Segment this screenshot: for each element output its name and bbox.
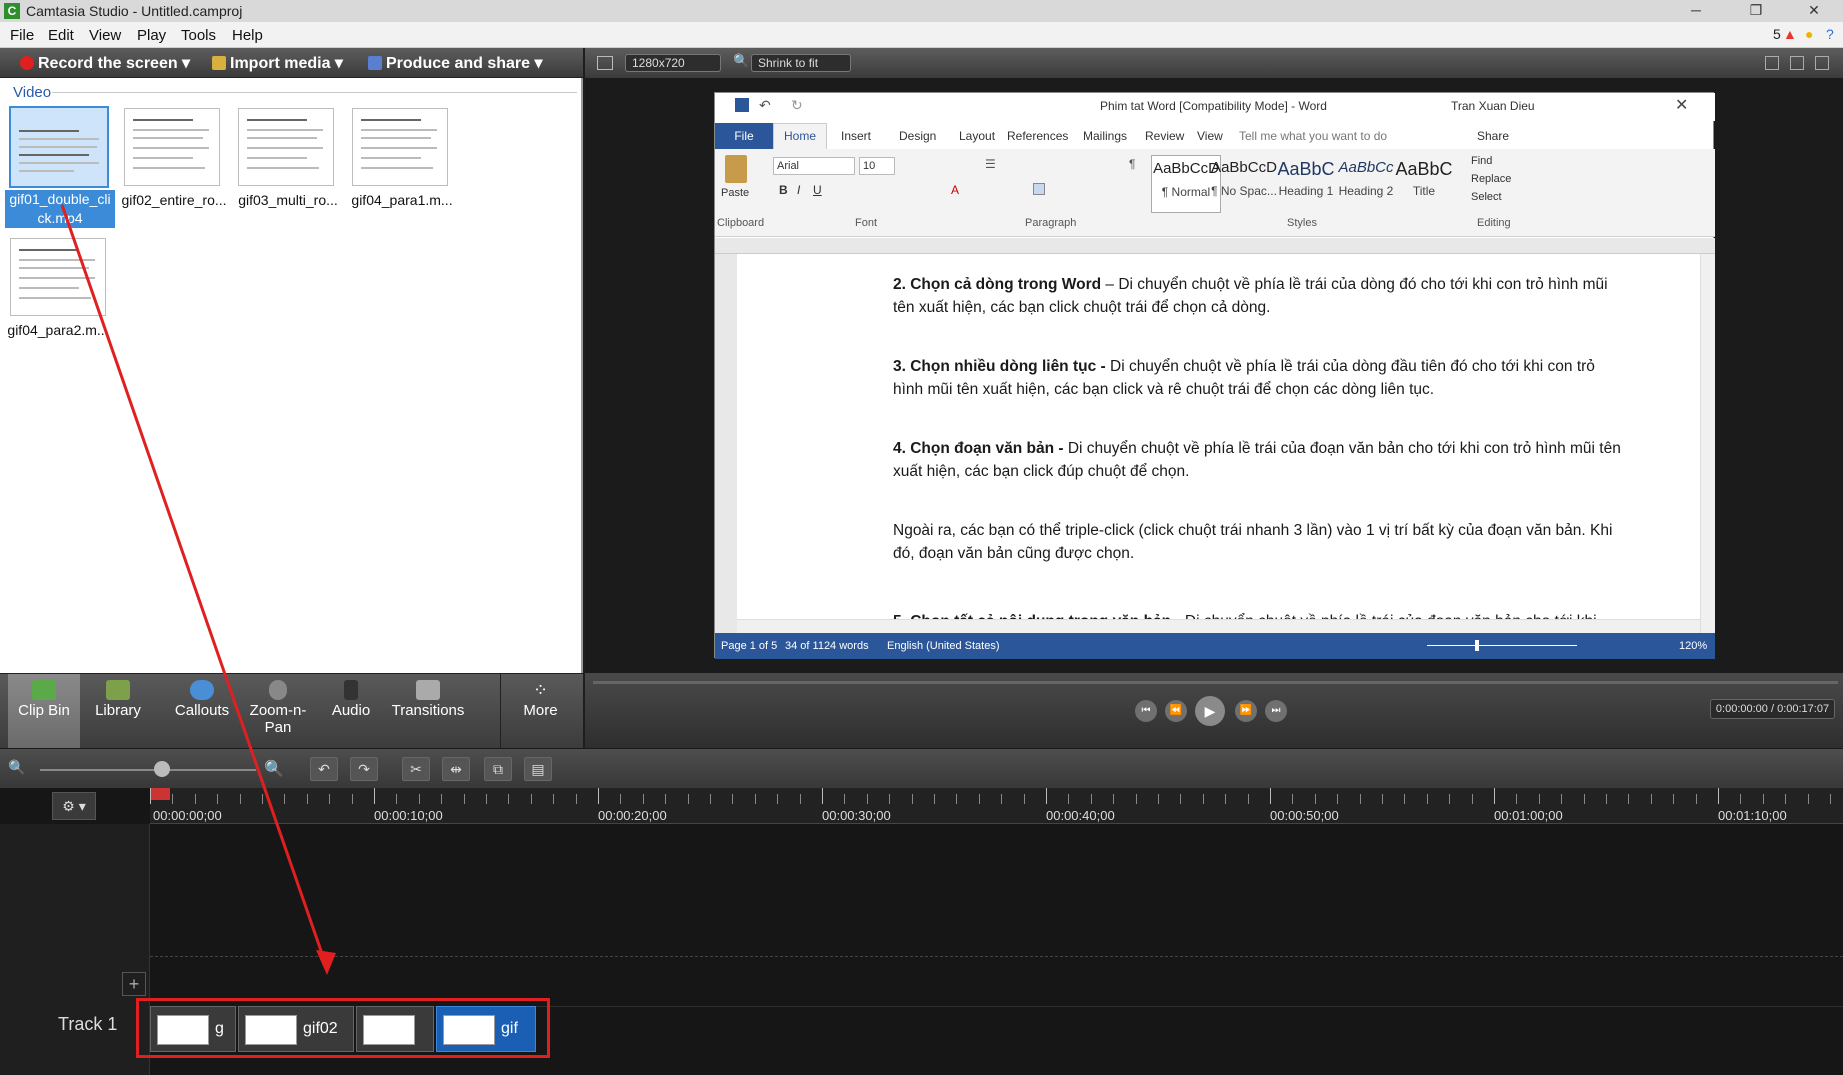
drag-arrow-annotation — [60, 204, 336, 975]
